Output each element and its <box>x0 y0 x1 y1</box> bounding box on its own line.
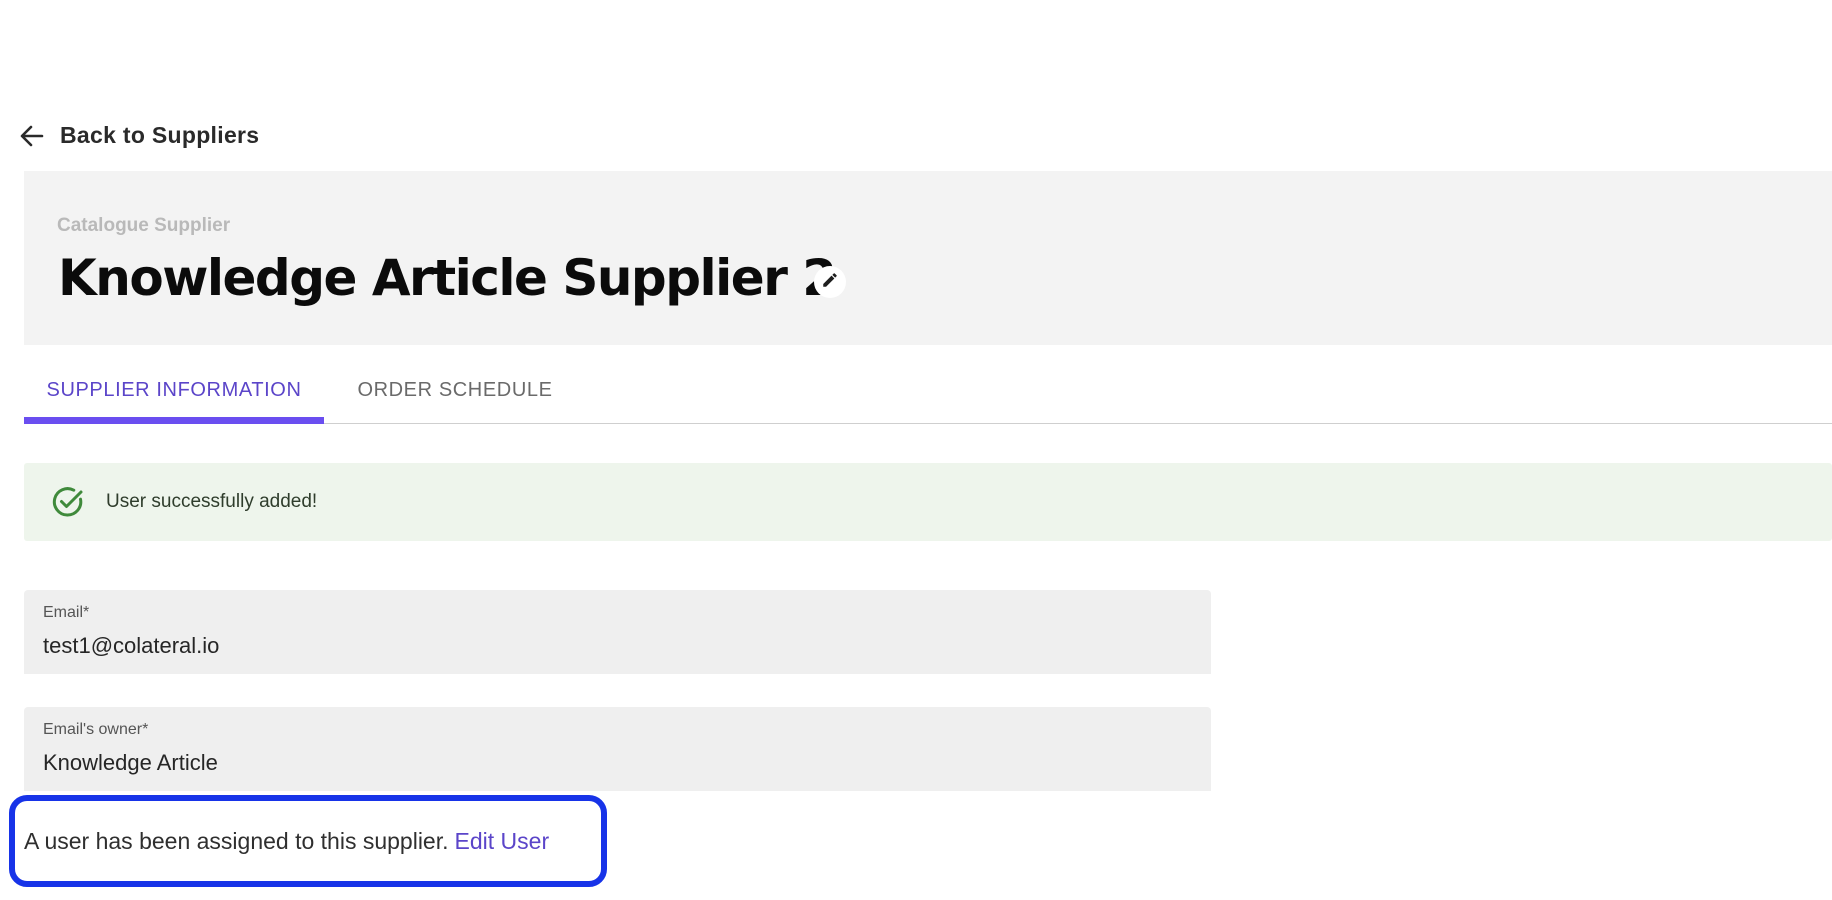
pencil-icon <box>821 271 839 294</box>
success-alert: User successfully added! <box>24 463 1832 541</box>
supplier-header-card: Catalogue Supplier Knowledge Article Sup… <box>24 171 1832 345</box>
tab-supplier-information[interactable]: SUPPLIER INFORMATION <box>24 357 324 424</box>
tab-order-schedule[interactable]: ORDER SCHEDULE <box>350 357 560 423</box>
alert-message: User successfully added! <box>106 491 318 512</box>
edit-title-button[interactable] <box>814 266 846 298</box>
tab-label: SUPPLIER INFORMATION <box>46 378 302 401</box>
email-owner-field-value: Knowledge Article <box>43 750 218 775</box>
email-owner-field[interactable]: Email's owner* Knowledge Article <box>24 707 1211 791</box>
back-to-suppliers-link[interactable]: Back to Suppliers <box>20 122 259 149</box>
email-field[interactable]: Email* test1@colateral.io <box>24 590 1211 674</box>
email-field-value: test1@colateral.io <box>43 633 220 658</box>
tab-label: ORDER SCHEDULE <box>357 378 553 401</box>
back-link-label: Back to Suppliers <box>60 122 260 148</box>
email-field-label: Email* <box>43 604 90 621</box>
supplier-detail-page: Back to Suppliers Catalogue Supplier Kno… <box>0 0 1832 900</box>
edit-user-link[interactable]: Edit User <box>455 828 550 855</box>
user-assigned-note: A user has been assigned to this supplie… <box>9 795 607 887</box>
page-title: Knowledge Article Supplier 2 <box>58 249 837 307</box>
email-owner-field-label: Email's owner* <box>43 721 149 738</box>
supplier-tabs: SUPPLIER INFORMATION ORDER SCHEDULE <box>24 357 1832 424</box>
check-circle-icon <box>52 487 83 517</box>
arrow-left-icon <box>20 125 44 147</box>
user-assigned-text: A user has been assigned to this supplie… <box>24 827 449 854</box>
supplier-type-label: Catalogue Supplier <box>57 215 231 236</box>
